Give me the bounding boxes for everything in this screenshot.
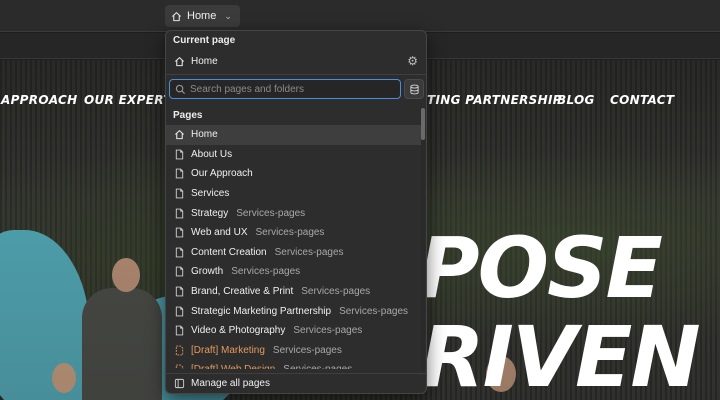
page-list-item-folder: Services-pages [293,325,363,337]
page-list-item-label: Our Approach [191,168,253,180]
page-list-item-label: Strategic Marketing Partnership [191,305,332,317]
page-icon [174,168,185,179]
page-list-item[interactable]: Strategic Marketing Partnership Services-… [166,301,422,321]
page-list-item[interactable]: [Draft] Marketing Services-pages [166,341,422,361]
hero-heading-line1: POSE [418,219,663,317]
home-icon [171,11,182,22]
pages-heading: Pages [173,110,203,121]
hero-heading-line2: RIVEN [420,308,701,400]
home-icon [174,56,185,67]
page-list-item-label: Home [191,129,218,141]
page-icon [174,286,185,297]
search-icon [175,84,186,95]
pages-dropdown-panel: Current page Home ⚙ Pages Home About Us Ou… [165,30,427,394]
page-list-item[interactable]: About Us [166,145,422,165]
page-list-item[interactable]: Content Creation Services-pages [166,243,422,263]
page-list-item[interactable]: Web and UX Services-pages [166,223,422,243]
page-list-item-folder: Services-pages [301,286,371,298]
pages-scrollbar[interactable] [421,107,425,371]
current-page-label: Home [191,55,218,67]
page-list-item-folder: Services-pages [272,344,342,356]
page-list-item[interactable]: Home [166,125,422,145]
page-list-item-label: Content Creation [191,246,267,258]
page-icon [174,149,185,160]
page-list-item-folder: Services-pages [231,266,301,278]
database-icon [409,84,420,95]
page-list-item-label: Growth [191,266,224,278]
page-selector-label: Home [187,10,217,22]
page-selector-button[interactable]: Home ⌄ [165,5,240,27]
scrollbar-thumb[interactable] [421,108,425,140]
manage-all-pages-button[interactable]: Manage all pages [166,373,426,393]
page-list-item-label: Strategy [191,207,229,219]
search-field[interactable] [169,79,401,99]
manage-all-pages-label: Manage all pages [191,378,270,389]
current-page-row[interactable]: Home ⚙ [166,51,426,71]
page-list-item[interactable]: Our Approach [166,164,422,184]
page-list-item-label: Video & Photography [191,325,286,337]
page-list-item[interactable]: Strategy Services-pages [166,203,422,223]
page-list-item-label: Web and UX [191,227,248,239]
page-list-item-folder: Services-pages [274,246,344,258]
gear-icon[interactable]: ⚙ [407,54,418,68]
page-list-item-label: Brand, Creative & Print [191,286,294,298]
page-list-item-folder: Services-pages [236,207,306,219]
site-nav-item[interactable]: CONTACT [610,93,674,107]
current-page-heading: Current page [173,35,236,46]
top-toolbar: Home ⌄ [0,0,720,32]
page-list-item-label: [Draft] Marketing [191,344,265,356]
sidebar-icon [174,378,185,389]
page-icon [174,266,185,277]
page-list-item-label: [Draft] Web Design [191,364,275,369]
site-nav-item[interactable]: TING PARTNERSHIP [427,93,562,107]
page-list-item-folder: Services-pages [339,305,408,317]
page-icon [174,227,185,238]
home-icon [174,129,185,140]
page-list-item[interactable]: Video & Photography Services-pages [166,321,422,341]
search-input[interactable] [190,83,390,95]
database-filter-button[interactable] [404,79,424,99]
page-list-item-folder: Services-pages [283,364,352,369]
page-list-item[interactable]: [Draft] Web Design Services-pages [166,360,422,369]
page-icon [174,188,185,199]
page-list-item-label: About Us [191,148,233,160]
page-icon [174,306,185,317]
page-list-item-folder: Services-pages [255,227,325,239]
page-icon [174,325,185,336]
draft-page-icon [174,364,185,369]
pages-list: Home About Us Our Approach Services Strategy… [166,125,422,369]
draft-page-icon [174,345,185,356]
site-nav-item[interactable]: APPROACH [1,93,78,107]
page-list-item[interactable]: Brand, Creative & Print Services-pages [166,282,422,302]
page-icon [174,247,185,258]
page-list-item-label: Services [191,188,230,200]
page-list-item[interactable]: Services [166,184,422,204]
page-list-item[interactable]: Growth Services-pages [166,262,422,282]
chevron-down-icon: ⌄ [224,10,232,21]
page-icon [174,208,185,219]
site-nav-item[interactable]: BLOG [557,93,595,107]
